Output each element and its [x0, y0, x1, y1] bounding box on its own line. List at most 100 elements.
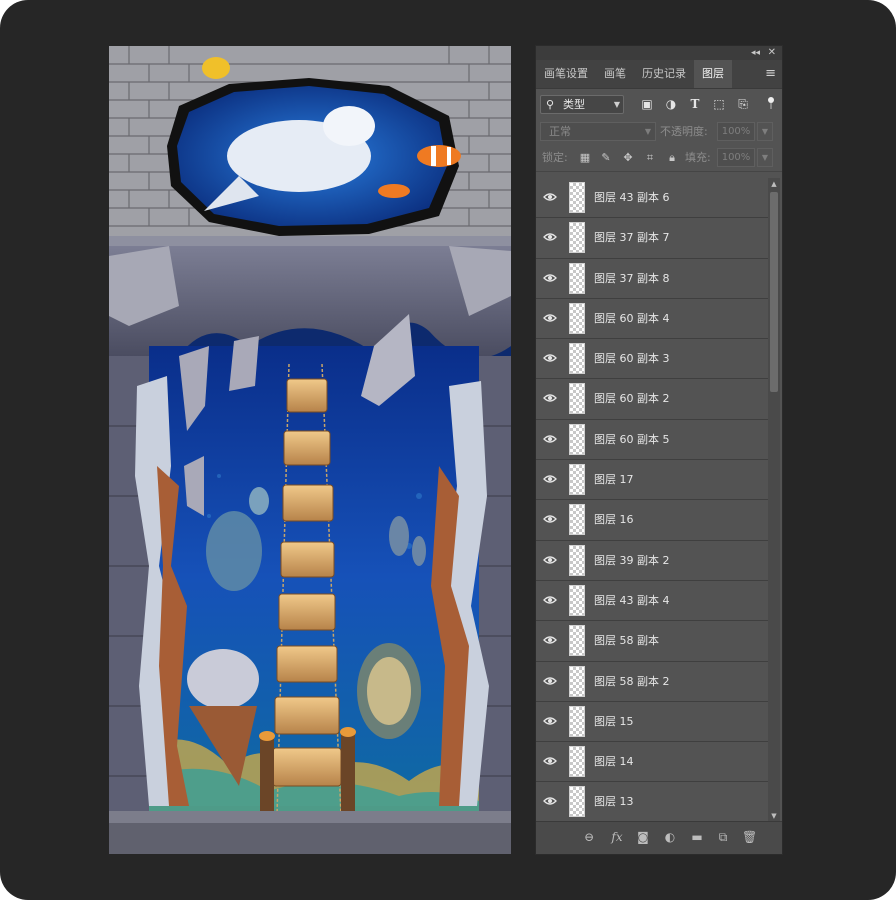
- layer-name: 图层 37 副本 7: [594, 231, 670, 245]
- tab-history[interactable]: 历史记录: [634, 60, 694, 88]
- tab-brush-settings[interactable]: 画笔设置: [536, 60, 596, 88]
- image-filter-icon[interactable]: ▣: [640, 97, 654, 111]
- visibility-eye-icon[interactable]: [543, 594, 557, 606]
- layer-row[interactable]: 图层 58 副本 2: [536, 662, 768, 702]
- adjustment-layer-icon[interactable]: ◐: [663, 830, 677, 844]
- delete-layer-icon[interactable]: 🗑︎: [742, 830, 757, 844]
- layer-thumbnail: [569, 584, 585, 616]
- layer-name: 图层 17: [594, 473, 634, 487]
- layer-thumbnail: [569, 262, 585, 294]
- layer-thumbnail: [569, 302, 585, 334]
- layer-row[interactable]: 图层 60 副本 2: [536, 379, 768, 420]
- layer-thumbnail: [569, 423, 585, 455]
- layer-row[interactable]: 图层 16: [536, 500, 768, 541]
- fill-field[interactable]: 100%: [717, 148, 755, 167]
- lock-transparent-icon[interactable]: ▦: [579, 152, 591, 164]
- new-layer-icon[interactable]: ⧉: [716, 830, 730, 844]
- scroll-thumb[interactable]: [770, 192, 778, 392]
- visibility-eye-icon[interactable]: [543, 392, 557, 404]
- visibility-eye-icon[interactable]: [543, 554, 557, 566]
- visibility-eye-icon[interactable]: [543, 513, 557, 525]
- app-window: ◂◂ ✕ 画笔设置 画笔 历史记录 图层 ≡ ⚲ 类型 ▼ ▣ ◑ T ⬚ ⎘ …: [0, 0, 896, 900]
- layer-thumbnail: [569, 504, 585, 536]
- blend-row: 正常 ▼ 不透明度: 100% ▼: [536, 119, 782, 145]
- layer-name: 图层 37 副本 8: [594, 271, 670, 285]
- visibility-eye-icon[interactable]: [543, 312, 557, 324]
- panel-menu-icon[interactable]: ≡: [765, 60, 776, 88]
- layer-name: 图层 58 副本: [594, 634, 659, 648]
- opacity-field[interactable]: 100%: [717, 122, 755, 141]
- canvas-artwork: [109, 46, 511, 854]
- layer-thumbnail: [569, 182, 585, 213]
- visibility-eye-icon[interactable]: [543, 433, 557, 445]
- opacity-dropdown-icon[interactable]: ▼: [757, 122, 773, 141]
- close-icon[interactable]: ✕: [768, 46, 776, 60]
- adjustment-filter-icon[interactable]: ◑: [664, 97, 678, 111]
- layer-thumbnail: [569, 665, 585, 697]
- layer-row[interactable]: 图层 37 副本 7: [536, 218, 768, 259]
- tab-brushes[interactable]: 画笔: [596, 60, 634, 88]
- lock-position-icon[interactable]: ✥: [622, 152, 634, 164]
- text-filter-icon[interactable]: T: [688, 97, 702, 111]
- fill-dropdown-icon[interactable]: ▼: [757, 148, 773, 167]
- visibility-eye-icon[interactable]: [543, 231, 557, 243]
- layer-name: 图层 16: [594, 513, 634, 527]
- layer-name: 图层 60 副本 2: [594, 392, 670, 406]
- layer-row[interactable]: 图层 60 副本 3: [536, 339, 768, 380]
- blend-mode-label: 正常: [549, 125, 571, 138]
- layer-name: 图层 60 副本 5: [594, 432, 670, 446]
- blend-mode-select[interactable]: 正常 ▼: [540, 122, 656, 141]
- add-mask-icon[interactable]: ◙: [636, 830, 650, 844]
- layer-thumbnail: [569, 222, 585, 254]
- layer-row[interactable]: 图层 13: [536, 782, 768, 822]
- link-layers-icon[interactable]: ⊖: [582, 830, 596, 844]
- visibility-eye-icon[interactable]: [543, 191, 557, 203]
- lock-row: 锁定: ▦ ✎ ✥ ⌗ 🔒︎ 填充: 100% ▼: [536, 145, 782, 172]
- visibility-eye-icon[interactable]: [543, 795, 557, 807]
- layer-thumbnail: [569, 625, 585, 657]
- layer-row[interactable]: 图层 60 副本 4: [536, 299, 768, 340]
- lock-artboard-icon[interactable]: ⌗: [644, 152, 656, 164]
- layer-name: 图层 13: [594, 795, 634, 809]
- layer-name: 图层 60 副本 4: [594, 311, 670, 325]
- smart-object-filter-icon[interactable]: ⎘: [736, 97, 750, 111]
- visibility-eye-icon[interactable]: [543, 715, 557, 727]
- layer-row[interactable]: 图层 58 副本: [536, 621, 768, 662]
- filter-kind-select[interactable]: ⚲ 类型 ▼: [540, 95, 624, 114]
- layer-row[interactable]: 图层 60 副本 5: [536, 420, 768, 461]
- layer-row[interactable]: 图层 15: [536, 702, 768, 743]
- layer-name: 图层 15: [594, 714, 634, 728]
- lock-all-icon[interactable]: 🔒︎: [666, 152, 678, 164]
- layer-name: 图层 39 副本 2: [594, 553, 670, 567]
- layer-row[interactable]: 图层 14: [536, 742, 768, 783]
- visibility-eye-icon[interactable]: [543, 473, 557, 485]
- document-canvas[interactable]: [109, 46, 511, 854]
- visibility-eye-icon[interactable]: [543, 755, 557, 767]
- filter-toggle[interactable]: [768, 97, 774, 109]
- visibility-eye-icon[interactable]: [543, 352, 557, 364]
- layer-row[interactable]: 图层 43 副本 4: [536, 581, 768, 622]
- layer-row[interactable]: 图层 17: [536, 460, 768, 501]
- layer-thumbnail: [569, 343, 585, 375]
- layer-thumbnail: [569, 746, 585, 778]
- layer-row[interactable]: 图层 43 副本 6: [536, 178, 768, 219]
- layer-row[interactable]: 图层 37 副本 8: [536, 259, 768, 299]
- layers-list: 图层 43 副本 6 图层 37 副本 7 图层 37 副本 8 图层 60 副本 4…: [536, 178, 768, 822]
- visibility-eye-icon[interactable]: [543, 272, 557, 284]
- panel-tabs: 画笔设置 画笔 历史记录 图层 ≡: [536, 60, 782, 89]
- layers-scrollbar[interactable]: ▲ ▼: [768, 178, 780, 822]
- collapse-icon[interactable]: ◂◂: [751, 46, 760, 60]
- new-group-icon[interactable]: ▬: [690, 830, 704, 844]
- layer-row[interactable]: 图层 39 副本 2: [536, 541, 768, 581]
- filter-kind-label: 类型: [563, 98, 585, 111]
- lock-image-icon[interactable]: ✎: [600, 152, 612, 164]
- scroll-up-icon[interactable]: ▲: [768, 178, 780, 190]
- tab-layers[interactable]: 图层: [694, 60, 732, 88]
- visibility-eye-icon[interactable]: [543, 634, 557, 646]
- fx-icon[interactable]: fx: [610, 830, 624, 844]
- visibility-eye-icon[interactable]: [543, 675, 557, 687]
- search-icon: ⚲: [546, 98, 555, 111]
- layer-name: 图层 43 副本 6: [594, 191, 670, 204]
- layers-footer: ⊖ fx ◙ ◐ ▬ ⧉ 🗑︎: [536, 821, 782, 854]
- shape-filter-icon[interactable]: ⬚: [712, 97, 726, 111]
